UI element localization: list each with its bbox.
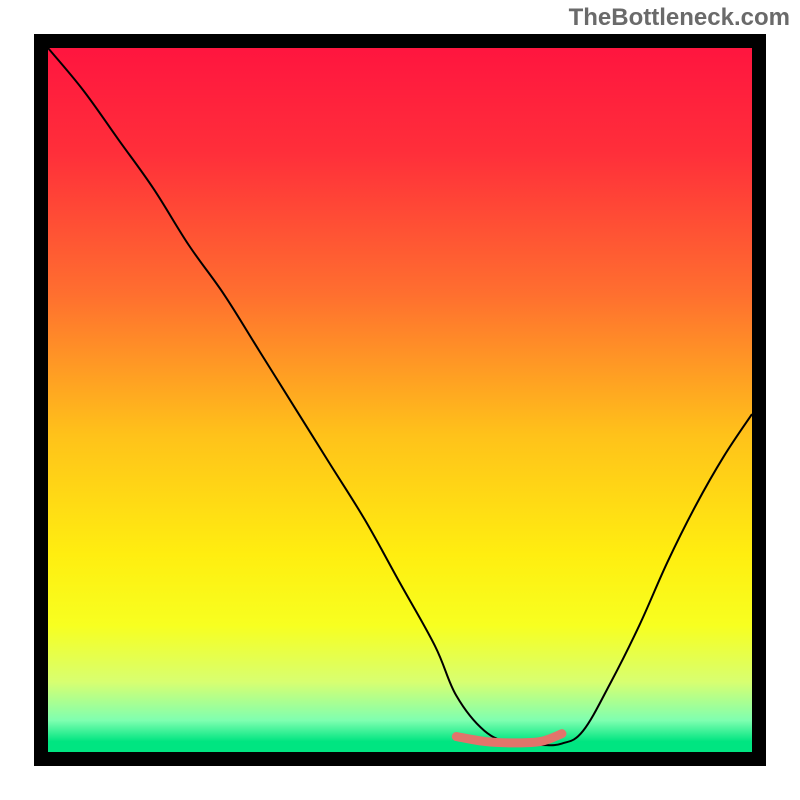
plot-area xyxy=(48,48,752,752)
bottleneck-curve xyxy=(48,48,752,745)
watermark-text: TheBottleneck.com xyxy=(569,4,790,32)
curve-layer xyxy=(48,48,752,752)
optimal-range-marker xyxy=(456,734,562,743)
chart-frame xyxy=(34,34,766,766)
chart-container: TheBottleneck.com xyxy=(0,0,800,800)
